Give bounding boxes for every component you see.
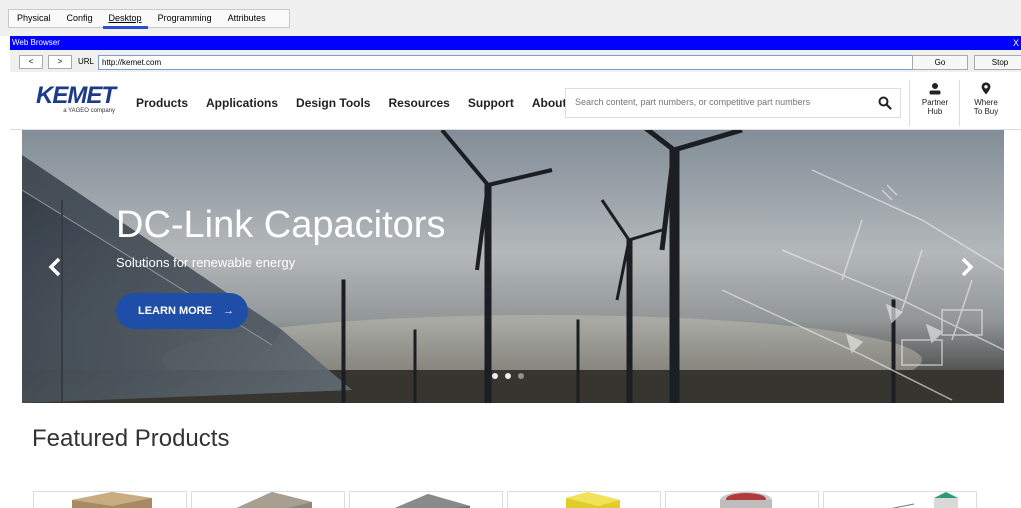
header-divider (909, 80, 910, 126)
user-icon (929, 83, 941, 95)
go-button[interactable]: Go (912, 55, 968, 70)
product-image (394, 494, 470, 508)
carousel-prev-button[interactable] (48, 256, 62, 285)
arrow-right-icon: → (223, 305, 235, 317)
tab-programming[interactable]: Programming (150, 10, 220, 27)
product-card[interactable] (191, 491, 345, 508)
search-icon[interactable] (878, 96, 892, 110)
carousel-dot[interactable] (518, 373, 524, 379)
browser-title: Web Browser (12, 38, 60, 47)
tab-desktop[interactable]: Desktop (101, 10, 150, 29)
featured-products-list (33, 491, 977, 508)
logo-text: KEMET (36, 82, 116, 109)
partner-hub-button[interactable]: Partner Hub (914, 82, 956, 126)
hero-subtitle: Solutions for renewable energy (116, 255, 296, 270)
tab-attributes[interactable]: Attributes (220, 10, 274, 27)
chevron-left-icon (48, 257, 61, 277)
where-to-buy-button[interactable]: Where To Buy (965, 82, 1007, 126)
carousel-indicators (492, 373, 524, 379)
back-button[interactable]: < (19, 55, 43, 69)
product-card[interactable] (349, 491, 503, 508)
partner-hub-line2: Hub (927, 107, 943, 116)
product-card[interactable] (33, 491, 187, 508)
product-image (566, 492, 620, 508)
site-header: KEMET a YAGEO company Products Applicati… (10, 72, 1021, 130)
tab-physical[interactable]: Physical (9, 10, 59, 27)
product-image (72, 492, 152, 508)
nav-resources[interactable]: Resources (388, 96, 449, 110)
product-card[interactable] (823, 491, 977, 508)
forward-button[interactable]: > (48, 55, 72, 69)
header-divider (959, 80, 960, 126)
url-bar: < > URL http://kemet.com Go Stop (10, 50, 1021, 72)
partner-hub-line1: Partner (921, 98, 949, 107)
product-image (720, 492, 772, 508)
product-image (891, 492, 958, 508)
nav-support[interactable]: Support (468, 96, 514, 110)
learn-more-button[interactable]: LEARN MORE → (116, 293, 248, 329)
nav-applications[interactable]: Applications (206, 96, 278, 110)
location-pin-icon (981, 82, 991, 95)
browser-titlebar: Web Browser X (10, 36, 1021, 50)
learn-more-label: LEARN MORE (138, 305, 212, 317)
featured-products-heading: Featured Products (32, 425, 230, 452)
search-input[interactable] (575, 97, 865, 107)
where-to-buy-line2: To Buy (973, 107, 999, 116)
tab-config[interactable]: Config (59, 10, 101, 27)
nav-design-tools[interactable]: Design Tools (296, 96, 370, 110)
url-input[interactable]: http://kemet.com (98, 55, 916, 70)
url-label: URL (78, 57, 95, 66)
main-nav: Products Applications Design Tools Resou… (136, 96, 585, 110)
stop-button[interactable]: Stop (974, 55, 1021, 70)
nav-products[interactable]: Products (136, 96, 188, 110)
tab-strip: Physical Config Desktop Programming Attr… (8, 9, 290, 29)
carousel-dot[interactable] (492, 373, 498, 379)
close-button[interactable]: X (1013, 36, 1019, 50)
kemet-logo[interactable]: KEMET a YAGEO company (36, 82, 116, 115)
hero-title: DC-Link Capacitors (116, 204, 446, 246)
carousel-next-button[interactable] (960, 256, 974, 285)
site-search (565, 88, 901, 118)
tab-bar: Physical Config Desktop Programming Attr… (0, 0, 1021, 36)
product-card[interactable] (665, 491, 819, 508)
product-image (236, 492, 312, 508)
hero-carousel: DC-Link Capacitors Solutions for renewab… (22, 130, 1004, 403)
carousel-dot[interactable] (505, 373, 511, 379)
nav-about[interactable]: About (532, 96, 567, 110)
where-to-buy-line1: Where (974, 98, 998, 107)
chevron-right-icon (961, 257, 974, 277)
product-card[interactable] (507, 491, 661, 508)
